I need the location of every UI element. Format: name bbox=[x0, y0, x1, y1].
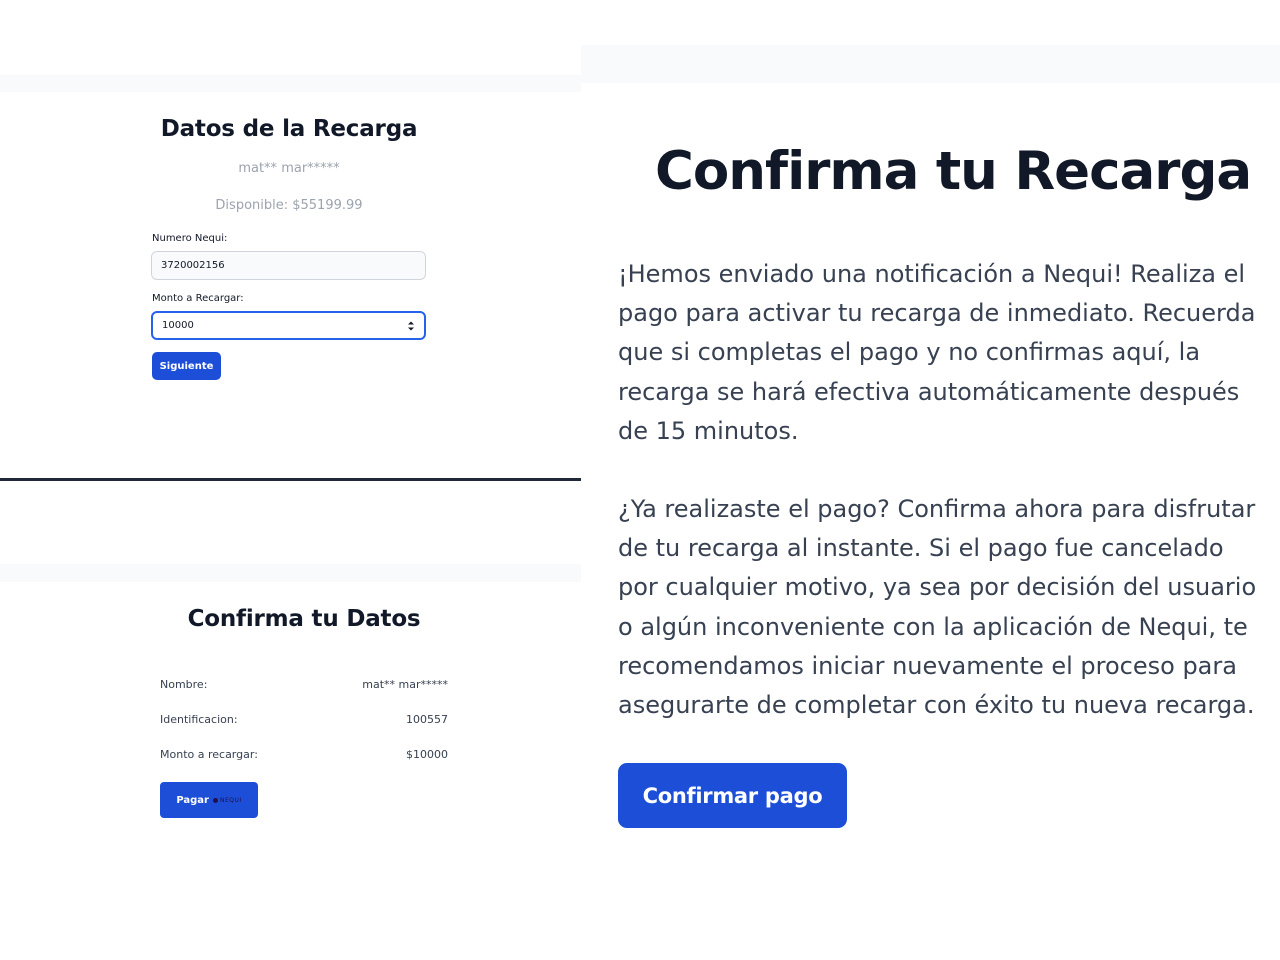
row-label: Monto a recargar: bbox=[160, 748, 258, 761]
user-name: mat** mar***** bbox=[238, 161, 340, 176]
data-row-monto: Monto a recargar: $10000 bbox=[160, 748, 448, 761]
row-value: $10000 bbox=[406, 748, 448, 761]
data-row-nombre: Nombre: mat** mar***** bbox=[160, 678, 448, 691]
confirmar-pago-button[interactable]: Confirmar pago bbox=[618, 763, 847, 828]
data-row-identificacion: Identificacion: 100557 bbox=[160, 713, 448, 726]
row-value: mat** mar***** bbox=[362, 678, 448, 691]
monto-value: 10000 bbox=[162, 320, 194, 331]
nequi-logo-text: NEQUI bbox=[219, 796, 242, 804]
page-title: Confirma tu Recarga bbox=[655, 141, 1252, 202]
numero-nequi-field[interactable]: 3720002156 bbox=[151, 251, 426, 280]
divider bbox=[0, 478, 581, 481]
row-label: Identificacion: bbox=[160, 713, 238, 726]
numero-nequi-label: Numero Nequi: bbox=[152, 233, 228, 244]
confirm-recarga-panel: Confirma tu Recarga ¡Hemos enviado una n… bbox=[581, 83, 1280, 960]
monto-input[interactable]: 10000 bbox=[151, 311, 426, 340]
header-band bbox=[581, 45, 1280, 83]
header-band bbox=[0, 75, 581, 92]
monto-label: Monto a Recargar: bbox=[152, 293, 244, 304]
available-balance: Disponible: $55199.99 bbox=[215, 198, 363, 213]
page-title: Confirma tu Datos bbox=[187, 606, 421, 632]
confirm-instructions: ¿Ya realizaste el pago? Confirma ahora p… bbox=[618, 495, 1257, 720]
pagar-button[interactable]: Pagar NEQUI bbox=[160, 782, 258, 818]
pagar-label: Pagar bbox=[176, 794, 209, 806]
notification-message: ¡Hemos enviado una notificación a Nequi!… bbox=[618, 260, 1256, 445]
nequi-logo: NEQUI bbox=[212, 796, 242, 804]
header-band bbox=[0, 564, 581, 582]
stepper-arrows-icon[interactable] bbox=[407, 320, 415, 332]
siguiente-button[interactable]: Siguiente bbox=[152, 352, 221, 380]
recarga-form-panel: Datos de la Recarga mat** mar***** Dispo… bbox=[0, 92, 581, 478]
confirm-data-panel: Confirma tu Datos Nombre: mat** mar*****… bbox=[0, 582, 581, 960]
row-value: 100557 bbox=[406, 713, 448, 726]
numero-nequi-value: 3720002156 bbox=[161, 260, 225, 271]
page-title: Datos de la Recarga bbox=[160, 116, 418, 142]
row-label: Nombre: bbox=[160, 678, 208, 691]
nequi-logo-icon bbox=[212, 797, 218, 803]
